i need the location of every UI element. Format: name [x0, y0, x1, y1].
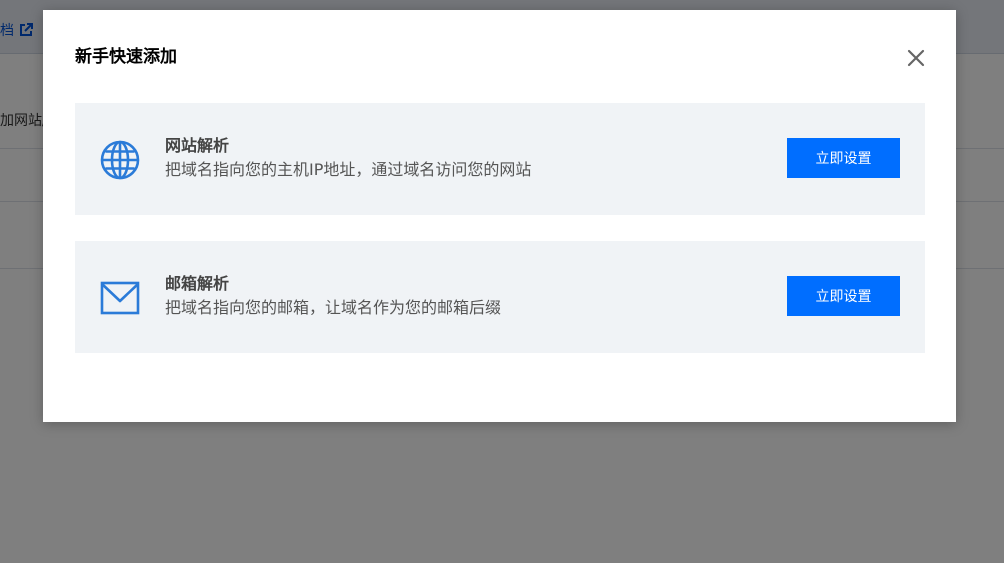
- setup-mail-button[interactable]: 立即设置: [787, 276, 900, 316]
- card-title: 邮箱解析: [165, 274, 230, 293]
- dialog-title: 新手快速添加: [75, 47, 177, 67]
- card-description: 把域名指向您的主机IP地址，通过域名访问您的网站: [165, 160, 532, 179]
- card-title: 网站解析: [165, 136, 230, 155]
- mail-resolution-card: 邮箱解析 把域名指向您的邮箱，让域名作为您的邮箱后缀 立即设置: [75, 241, 925, 353]
- close-button[interactable]: [903, 45, 929, 71]
- close-icon: [907, 49, 925, 67]
- website-resolution-card: 网站解析 把域名指向您的主机IP地址，通过域名访问您的网站 立即设置: [75, 103, 925, 215]
- mail-icon: [99, 277, 141, 319]
- setup-website-button[interactable]: 立即设置: [787, 138, 900, 178]
- quick-add-dialog: 新手快速添加 网站解析 把域名指向您的主机IP地址，通过域名访问您的网站 立即设…: [43, 10, 956, 422]
- card-description: 把域名指向您的邮箱，让域名作为您的邮箱后缀: [165, 298, 502, 317]
- globe-icon: [99, 139, 141, 181]
